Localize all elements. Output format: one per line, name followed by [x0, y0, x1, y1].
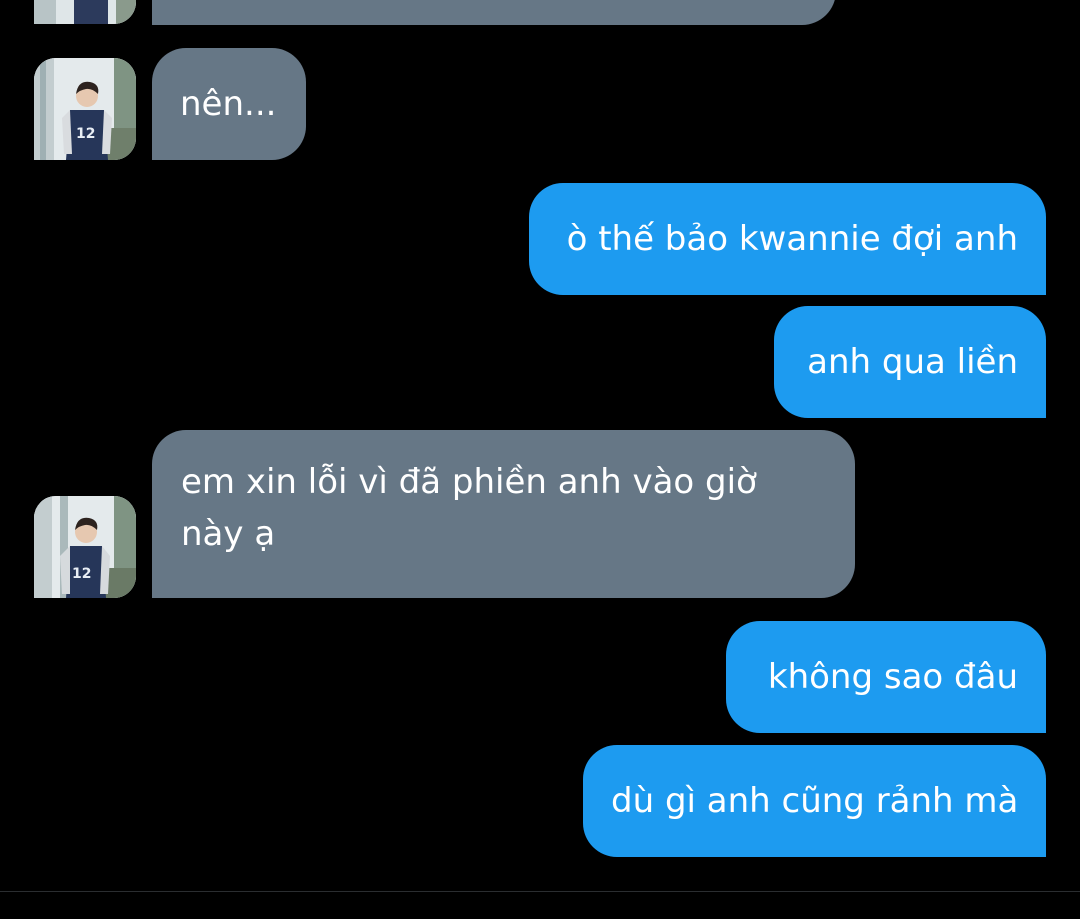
- outgoing-message-bubble[interactable]: anh qua liền: [774, 306, 1046, 418]
- contact-avatar[interactable]: [34, 0, 136, 24]
- contact-avatar[interactable]: 12: [34, 58, 136, 160]
- outgoing-message-bubble[interactable]: dù gì anh cũng rảnh mà: [583, 745, 1046, 857]
- outgoing-message-bubble[interactable]: không sao đâu: [726, 621, 1046, 733]
- incoming-message-bubble[interactable]: nên...: [152, 48, 306, 160]
- avatar-photo-icon: [34, 0, 136, 24]
- svg-text:12: 12: [76, 126, 95, 142]
- message-text: dù gì anh cũng rảnh mà: [611, 781, 1019, 821]
- message-text: nên...: [180, 84, 277, 124]
- message-text: anh qua liền: [807, 342, 1018, 382]
- avatar-photo-icon: 12: [34, 496, 136, 598]
- message-text: ò thế bảo kwannie đợi anh: [566, 219, 1018, 259]
- message-list[interactable]: 12 nên... ò thế bảo kwannie đợi anh anh …: [0, 0, 1080, 892]
- incoming-message-bubble[interactable]: [152, 0, 836, 25]
- avatar-photo-icon: 12: [34, 58, 136, 160]
- incoming-message-bubble[interactable]: em xin lỗi vì đã phiền anh vào giờ này ạ: [152, 430, 855, 598]
- composer-area[interactable]: [0, 892, 1080, 919]
- contact-avatar[interactable]: 12: [34, 496, 136, 598]
- outgoing-message-bubble[interactable]: ò thế bảo kwannie đợi anh: [529, 183, 1046, 295]
- svg-text:12: 12: [72, 566, 91, 582]
- message-text: em xin lỗi vì đã phiền anh vào giờ này ạ: [181, 462, 757, 554]
- message-text: không sao đâu: [767, 657, 1018, 697]
